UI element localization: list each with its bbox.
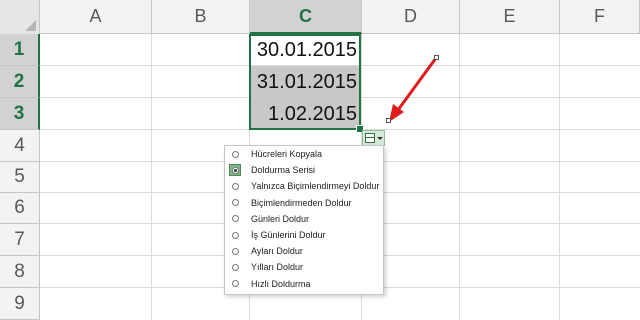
menu-item-label: İş Günlerini Doldur (251, 230, 326, 241)
menu-item-fill-without-formatting[interactable]: Biçimlendirmeden Doldur (225, 195, 383, 211)
menu-item-label: Hücreleri Kopyala (251, 149, 323, 160)
menu-item-fill-formatting-only[interactable]: Yalnızca Biçimlendirmeyi Doldur (225, 178, 383, 194)
column-header-c[interactable]: C (250, 0, 362, 34)
radio-selected-icon (231, 166, 239, 174)
menu-item-fill-months[interactable]: Ayları Doldur (225, 243, 383, 259)
arrow-end-handle (434, 55, 439, 60)
menu-item-label: Günleri Doldur (251, 213, 310, 224)
radio-icon (231, 247, 239, 255)
row-header-6[interactable]: 6 (0, 193, 40, 224)
row-header-7[interactable]: 7 (0, 224, 40, 256)
menu-item-fill-years[interactable]: Yılları Doldur (225, 259, 383, 275)
menu-item-label: Yalnızca Biçimlendirmeyi Doldur (251, 181, 380, 192)
menu-item-fill-days[interactable]: Günleri Doldur (225, 211, 383, 227)
autofill-options-icon (365, 133, 375, 143)
select-all-triangle-icon (25, 20, 36, 31)
radio-icon (231, 231, 239, 239)
menu-item-fill-weekdays[interactable]: İş Günlerini Doldur (225, 227, 383, 243)
menu-item-copy-cells[interactable]: Hücreleri Kopyala (225, 146, 383, 162)
column-header-f[interactable]: F (560, 0, 640, 34)
row-header-3[interactable]: 3 (0, 98, 40, 130)
row-header-8[interactable]: 8 (0, 256, 40, 288)
grid-line (151, 34, 152, 320)
menu-item-flash-fill[interactable]: Hızlı Doldurma (225, 276, 383, 292)
row-header-5[interactable]: 5 (0, 162, 40, 193)
spreadsheet-grid: A B C D E F 1 2 3 4 5 6 7 8 9 30.01.2015… (0, 0, 640, 320)
autofill-options-menu: Hücreleri Kopyala Doldurma Serisi Yalnız… (224, 145, 384, 295)
select-all-corner[interactable] (0, 0, 40, 35)
row-header-9[interactable]: 9 (0, 288, 40, 320)
menu-item-label: Doldurma Serisi (251, 165, 316, 176)
menu-item-label: Ayları Doldur (251, 246, 303, 257)
autofill-options-button[interactable] (362, 130, 385, 146)
grid-line (559, 34, 560, 320)
radio-icon (231, 280, 239, 288)
radio-icon (231, 150, 239, 158)
selection-border (249, 34, 361, 130)
menu-item-label: Biçimlendirmeden Doldur (251, 197, 352, 208)
menu-item-label: Hızlı Doldurma (251, 278, 311, 289)
radio-icon (231, 182, 239, 190)
row-header-1[interactable]: 1 (0, 34, 40, 66)
column-header-d[interactable]: D (362, 0, 460, 34)
radio-icon (231, 215, 239, 223)
column-header-b[interactable]: B (152, 0, 250, 34)
chevron-down-icon (377, 136, 383, 140)
row-header-4[interactable]: 4 (0, 130, 40, 162)
grid-line (459, 34, 460, 320)
row-header-2[interactable]: 2 (0, 66, 40, 98)
arrow-start-handle (386, 118, 391, 123)
radio-icon (231, 263, 239, 271)
column-header-e[interactable]: E (460, 0, 560, 34)
column-header-a[interactable]: A (40, 0, 152, 34)
menu-item-label: Yılları Doldur (251, 262, 304, 273)
menu-item-fill-series[interactable]: Doldurma Serisi (225, 162, 383, 178)
radio-icon (231, 199, 239, 207)
